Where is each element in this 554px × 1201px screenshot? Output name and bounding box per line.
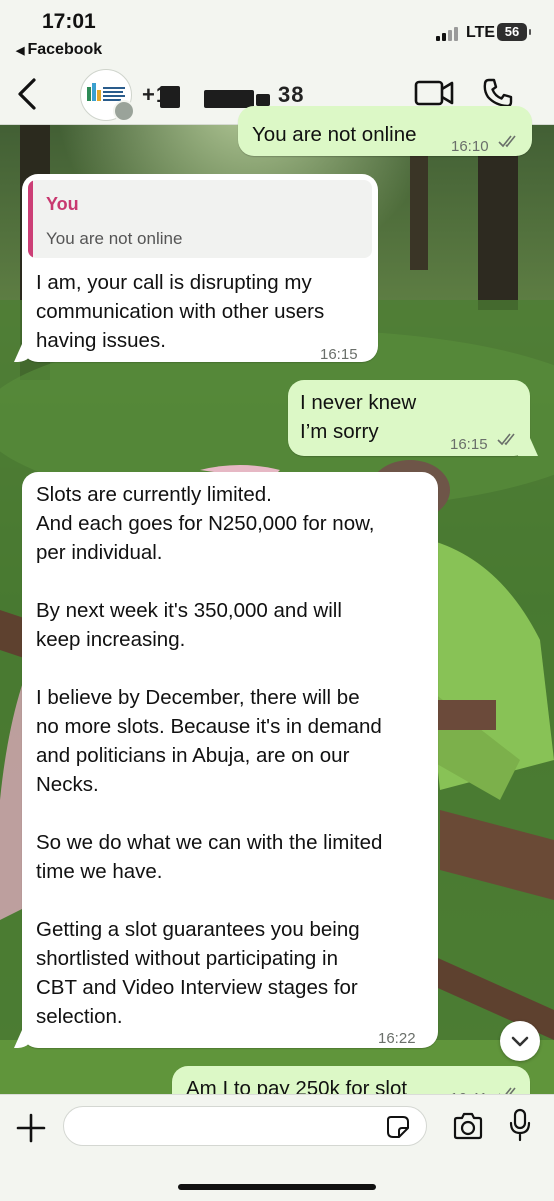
network-type: LTE <box>466 24 496 41</box>
battery-level: 56 <box>504 24 520 39</box>
home-indicator[interactable] <box>178 1184 376 1190</box>
status-badge <box>113 100 135 122</box>
quoted-message[interactable]: You You are not online <box>28 180 372 258</box>
phone-icon[interactable] <box>482 77 514 109</box>
message-time: 16:15 <box>320 346 358 363</box>
microphone-icon[interactable] <box>508 1108 532 1142</box>
scroll-to-bottom-button[interactable] <box>500 1021 540 1061</box>
message-text: I am, your call is disrupting my communi… <box>36 271 325 352</box>
battery-icon: 56 <box>497 23 531 41</box>
plus-icon[interactable] <box>16 1113 46 1143</box>
read-receipt-icon <box>498 135 516 148</box>
back-app-label: Facebook <box>27 41 103 58</box>
message-text: Slots are currently limited. And each go… <box>36 483 383 1028</box>
message-text: I never knew I’m sorry <box>300 391 417 443</box>
read-receipt-icon <box>497 433 515 446</box>
quote-accent-bar <box>28 180 33 258</box>
camera-icon[interactable] <box>452 1112 484 1140</box>
message-composer <box>0 1094 554 1201</box>
contact-name-suffix: 38 <box>278 82 305 107</box>
chevron-down-icon <box>511 1036 529 1047</box>
video-camera-icon[interactable] <box>414 78 454 108</box>
message-bubble-incoming[interactable]: You You are not online I am, your call i… <box>22 174 378 363</box>
message-input[interactable] <box>63 1106 427 1146</box>
redaction-block <box>256 94 270 106</box>
message-time: 16:10 <box>451 138 489 155</box>
redaction-block <box>160 86 180 108</box>
message-bubble-outgoing[interactable]: You are not online 16:10 <box>238 106 532 156</box>
quote-text: You are not online <box>46 229 183 248</box>
sticker-icon[interactable] <box>386 1115 410 1139</box>
message-time: 16:15 <box>450 436 488 453</box>
message-text: You are not online <box>252 123 417 146</box>
chevron-left-icon[interactable] <box>14 76 40 112</box>
back-to-app-link[interactable]: ◀ Facebook <box>16 41 102 59</box>
message-time: 16:22 <box>378 1030 416 1047</box>
message-bubble-outgoing[interactable]: I never knew I’m sorry 16:15 <box>288 380 530 456</box>
signal-strength-icon <box>436 27 462 41</box>
message-bubble-incoming[interactable]: Slots are currently limited. And each go… <box>22 472 438 1048</box>
back-triangle-icon: ◀ <box>16 45 25 57</box>
status-time: 17:01 <box>42 10 96 33</box>
redaction-block <box>204 90 254 108</box>
quote-author: You <box>46 194 79 214</box>
